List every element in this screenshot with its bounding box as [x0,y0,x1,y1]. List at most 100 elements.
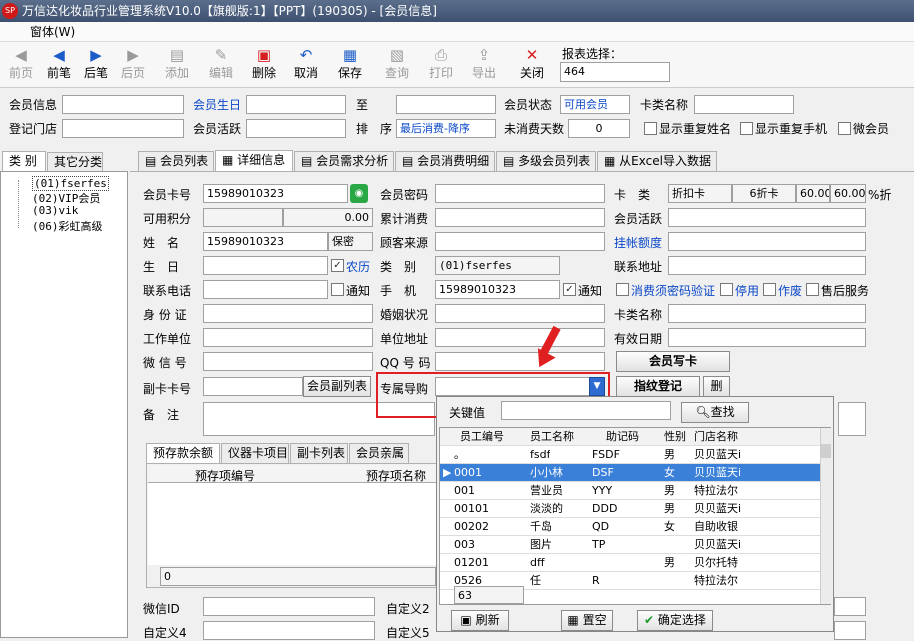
dup-phone-checkbox[interactable] [740,122,753,135]
birthday-input[interactable] [203,256,328,275]
tab-other-category[interactable]: 其它分类 [47,152,103,172]
edit-button[interactable]: ✎ 编辑 [202,46,240,86]
report-select-input[interactable]: 464 [560,62,670,82]
tree-item[interactable]: (01)fserfes [32,176,109,191]
menu-window[interactable]: 窗体(W) [0,22,914,42]
wechat-no-input[interactable] [203,352,373,371]
password-input[interactable] [435,184,605,203]
tab-import-excel[interactable]: ▦ 从Excel导入数据 [597,151,717,171]
delete-fingerprint-button[interactable]: 删 [703,376,730,397]
employee-cell: 特拉法尔 [694,574,738,587]
employee-row[interactable]: 00101 淡淡的 DDD 男 贝贝蓝天i [440,500,820,518]
disable-checkbox[interactable] [720,283,733,296]
card-name-input[interactable] [668,304,866,323]
refresh-button[interactable]: ▣ 刷新 [451,610,509,631]
status-select[interactable]: 可用会员 [560,95,630,114]
secret-select[interactable]: 保密 [328,232,373,251]
active-input[interactable] [246,119,346,138]
custom4-input[interactable] [203,621,375,640]
employee-row[interactable]: 01201 dff 男 贝尔托特 [440,554,820,572]
contact-address-input[interactable] [668,256,866,275]
name-input[interactable]: 15989010323 [203,232,328,251]
tree-item[interactable]: (03)vik [32,204,78,217]
tab-sub-card-list[interactable]: 副卡列表 [290,443,348,463]
next-record-button[interactable]: ▶ 后笔 [77,46,115,86]
sub-card-input[interactable] [203,377,303,396]
tab-needs-analysis[interactable]: ▤ 会员需求分析 [294,151,394,171]
last-page-button[interactable]: ▶ 后页 [114,46,152,86]
save-button[interactable]: ▦ 保存 [331,46,369,86]
confirm-select-button[interactable]: ✔ 确定选择 [637,610,713,631]
keyword-input[interactable] [501,401,671,420]
phone-notify-checkbox[interactable] [331,283,344,296]
marriage-input[interactable] [435,304,605,323]
credit-limit-input[interactable] [668,232,866,251]
tab-instrument-card[interactable]: 仪器卡项目 [221,443,289,463]
to-label: 至 [356,98,369,112]
first-page-button[interactable]: ◀ 前页 [2,46,40,86]
tab-member-list[interactable]: ▤ 会员列表 [138,151,214,171]
birthday-from-input[interactable] [246,95,346,114]
contact-address-label: 联系地址 [614,260,663,274]
member-active-input[interactable] [668,208,866,227]
sub-card-list-button[interactable]: 会员副列表 [303,376,371,397]
mobile-notify-checkbox[interactable]: ✓ [563,283,576,296]
cancel-button[interactable]: ↶ 取消 [287,46,325,86]
tab-consume-detail[interactable]: ▤ 会员消费明细 [395,151,495,171]
lunar-checkbox[interactable]: ✓ [331,259,344,272]
guide-select[interactable] [435,377,590,396]
category-select[interactable]: (01)fserfes [435,256,560,275]
mobile-input[interactable]: 15989010323 [435,280,560,299]
dropdown-arrow-icon[interactable]: ▼ [589,377,605,396]
custom3-input[interactable] [834,597,866,616]
clear-button[interactable]: ▦ 置空 [561,610,613,631]
custom6-input[interactable] [834,621,866,640]
export-button[interactable]: ⇪ 导出 [465,46,503,86]
tab-prepaid-balance[interactable]: 预存款余额 [146,443,220,463]
work-address-input[interactable] [435,328,605,347]
add-button[interactable]: ▤ 添加 [158,46,196,86]
card-class-select[interactable]: 折扣卡 [668,184,732,203]
valid-date-input[interactable] [668,328,866,347]
close-button[interactable]: ✕ 关闭 [513,46,551,86]
qq-input[interactable] [435,352,605,371]
wechat-id-input[interactable] [203,597,375,616]
store-input[interactable] [62,119,184,138]
query-button[interactable]: ▧ 查询 [378,46,416,86]
employee-row[interactable]: 001 营业员 YYY 男 特拉法尔 [440,482,820,500]
after-sale-checkbox[interactable] [806,283,819,296]
work-input[interactable] [203,328,373,347]
void-checkbox[interactable] [763,283,776,296]
tab-multilevel-list[interactable]: ▤ 多级会员列表 [496,151,596,171]
member-info-input[interactable] [62,95,184,114]
delete-button[interactable]: ▣ 删除 [245,46,283,86]
tab-category[interactable]: 类 别 [2,151,46,171]
employee-row[interactable]: 。 fsdf FSDF 男 贝贝蓝天i [440,446,820,464]
wechat-icon[interactable]: ◉ [350,184,368,203]
no-consume-input[interactable]: 0 [568,119,630,138]
id-input[interactable] [203,304,373,323]
search-button[interactable]: 🔍︎查找 [681,402,749,423]
employee-row[interactable]: 00202 千岛 QD 女 自助收银 [440,518,820,536]
source-input[interactable] [435,232,605,251]
write-card-button[interactable]: 会员写卡 [616,351,730,372]
birthday-to-input[interactable] [396,95,496,114]
prev-record-button[interactable]: ◀ 前笔 [40,46,78,86]
fingerprint-button[interactable]: 指纹登记 [616,376,700,397]
verify-password-checkbox[interactable] [616,283,629,296]
tree-item[interactable]: (06)彩虹高级 [32,218,103,234]
tab-details[interactable]: ▦ 详细信息 [215,150,293,172]
total-consume-input [435,208,605,227]
employee-row[interactable]: 003 图片 TP 贝贝蓝天i [440,536,820,554]
scroll-thumb[interactable] [821,444,831,458]
phone-input[interactable] [203,280,328,299]
dup-name-checkbox[interactable] [644,122,657,135]
wechat-member-checkbox[interactable] [838,122,851,135]
employee-row[interactable]: ▶ 0001 小小林 DSF 女 贝贝蓝天i [440,464,820,482]
sort-select[interactable]: 最后消费-降序 [396,119,496,138]
marriage-label: 婚姻状况 [380,308,429,322]
tab-relatives[interactable]: 会员亲属 [349,443,409,463]
print-button[interactable]: ⎙ 打印 [422,46,460,86]
card-type-input[interactable] [694,95,794,114]
card-no-input[interactable]: 15989010323 [203,184,348,203]
